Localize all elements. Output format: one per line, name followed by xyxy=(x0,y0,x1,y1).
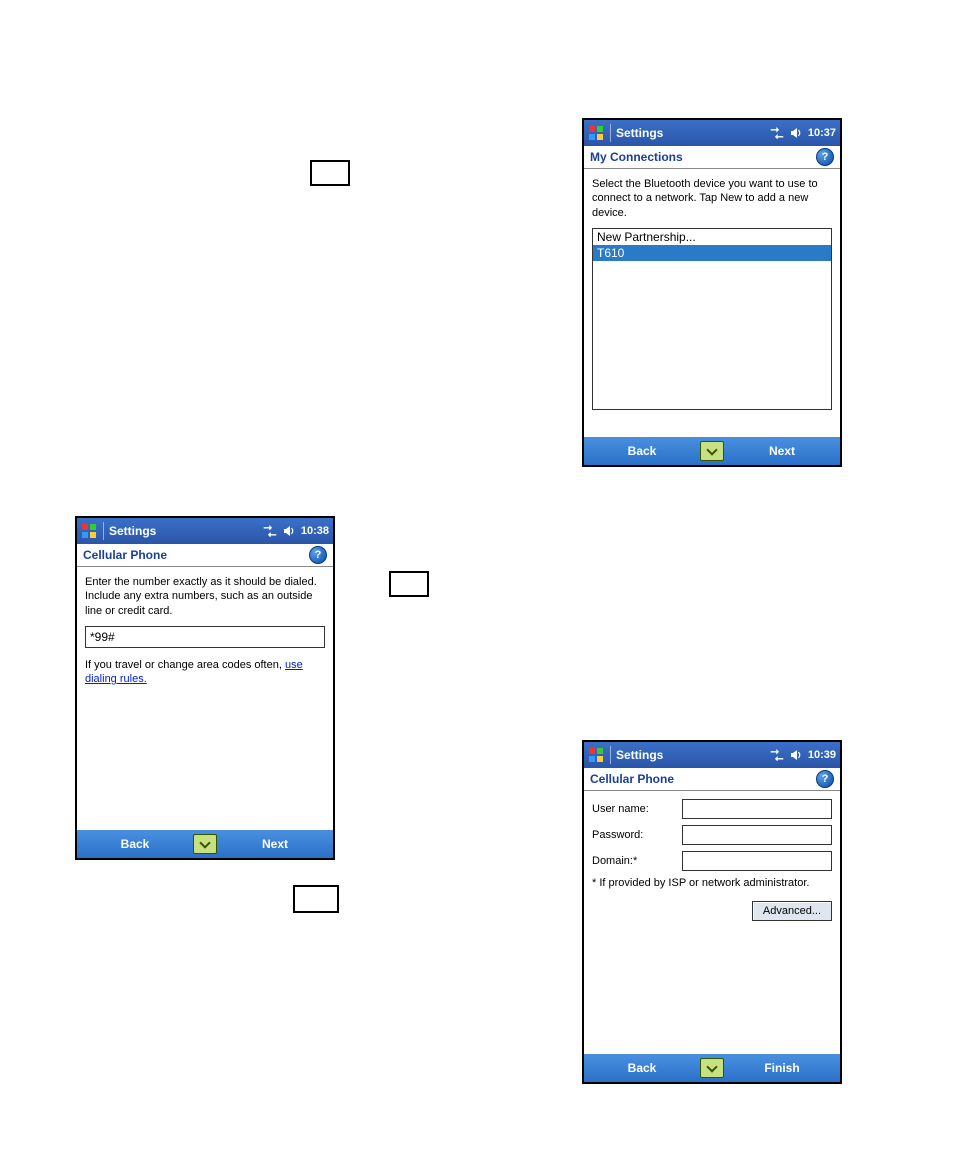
instruction-text: Select the Bluetooth device you want to … xyxy=(592,177,832,220)
content-area: User name: Password: Domain:* * If provi… xyxy=(584,791,840,1054)
help-icon[interactable]: ? xyxy=(816,148,834,166)
pda-screen-credentials: Settings 10:39 Cellular Phone ? User nam… xyxy=(582,740,842,1084)
bottombar: Back Next xyxy=(77,830,333,858)
titlebar: Settings 10:39 xyxy=(584,742,840,768)
username-input[interactable] xyxy=(682,799,832,819)
connectivity-icon xyxy=(263,525,277,537)
back-button[interactable]: Back xyxy=(77,837,193,851)
titlebar-divider xyxy=(610,746,611,764)
volume-icon xyxy=(790,749,802,761)
titlebar: Settings 10:37 xyxy=(584,120,840,146)
subheader-title: Cellular Phone xyxy=(83,548,167,562)
subheader-title: Cellular Phone xyxy=(590,772,674,786)
windows-flag-icon xyxy=(588,747,604,763)
device-listbox[interactable]: New Partnership... T610 xyxy=(592,228,832,410)
label-domain: Domain:* xyxy=(592,855,682,867)
list-item-t610[interactable]: T610 xyxy=(593,245,831,261)
keyboard-icon[interactable] xyxy=(700,1058,724,1078)
back-button[interactable]: Back xyxy=(584,444,700,458)
advanced-button[interactable]: Advanced... xyxy=(752,901,832,921)
callout-box-3 xyxy=(293,885,339,913)
titlebar-title: Settings xyxy=(616,748,663,762)
callout-box-1 xyxy=(310,160,350,186)
domain-input[interactable] xyxy=(682,851,832,871)
titlebar: Settings 10:38 xyxy=(77,518,333,544)
clock-time: 10:38 xyxy=(301,525,329,537)
label-username: User name: xyxy=(592,803,682,815)
help-icon[interactable]: ? xyxy=(816,770,834,788)
titlebar-title: Settings xyxy=(109,524,156,538)
keyboard-icon[interactable] xyxy=(700,441,724,461)
help-icon[interactable]: ? xyxy=(309,546,327,564)
pda-screen-dialing: Settings 10:38 Cellular Phone ? Enter th… xyxy=(75,516,335,860)
windows-flag-icon xyxy=(588,125,604,141)
password-input[interactable] xyxy=(682,825,832,845)
phone-number-input[interactable]: *99# xyxy=(85,626,325,648)
connectivity-icon xyxy=(770,127,784,139)
titlebar-divider xyxy=(103,522,104,540)
hint-text: If you travel or change area codes often… xyxy=(85,658,325,687)
volume-icon xyxy=(790,127,802,139)
subheader: Cellular Phone ? xyxy=(584,768,840,791)
subheader: My Connections ? xyxy=(584,146,840,169)
keyboard-icon[interactable] xyxy=(193,834,217,854)
titlebar-title: Settings xyxy=(616,126,663,140)
back-button[interactable]: Back xyxy=(584,1061,700,1075)
instruction-text: Enter the number exactly as it should be… xyxy=(85,575,325,618)
subheader-title: My Connections xyxy=(590,150,683,164)
label-password: Password: xyxy=(592,829,682,841)
clock-time: 10:39 xyxy=(808,749,836,761)
row-domain: Domain:* xyxy=(592,851,832,871)
list-item-new-partnership[interactable]: New Partnership... xyxy=(593,229,831,245)
content-area: Select the Bluetooth device you want to … xyxy=(584,169,840,437)
bottombar: Back Finish xyxy=(584,1054,840,1082)
subheader: Cellular Phone ? xyxy=(77,544,333,567)
finish-button[interactable]: Finish xyxy=(724,1061,840,1075)
bottombar: Back Next xyxy=(584,437,840,465)
clock-time: 10:37 xyxy=(808,127,836,139)
volume-icon xyxy=(283,525,295,537)
connectivity-icon xyxy=(770,749,784,761)
content-area: Enter the number exactly as it should be… xyxy=(77,567,333,830)
titlebar-divider xyxy=(610,124,611,142)
hint-prefix: If you travel or change area codes often… xyxy=(85,659,282,671)
row-username: User name: xyxy=(592,799,832,819)
callout-box-2 xyxy=(389,571,429,597)
row-password: Password: xyxy=(592,825,832,845)
next-button[interactable]: Next xyxy=(724,444,840,458)
footnote: * If provided by ISP or network administ… xyxy=(592,877,832,889)
windows-flag-icon xyxy=(81,523,97,539)
next-button[interactable]: Next xyxy=(217,837,333,851)
pda-screen-connections: Settings 10:37 My Connections ? Select t… xyxy=(582,118,842,467)
